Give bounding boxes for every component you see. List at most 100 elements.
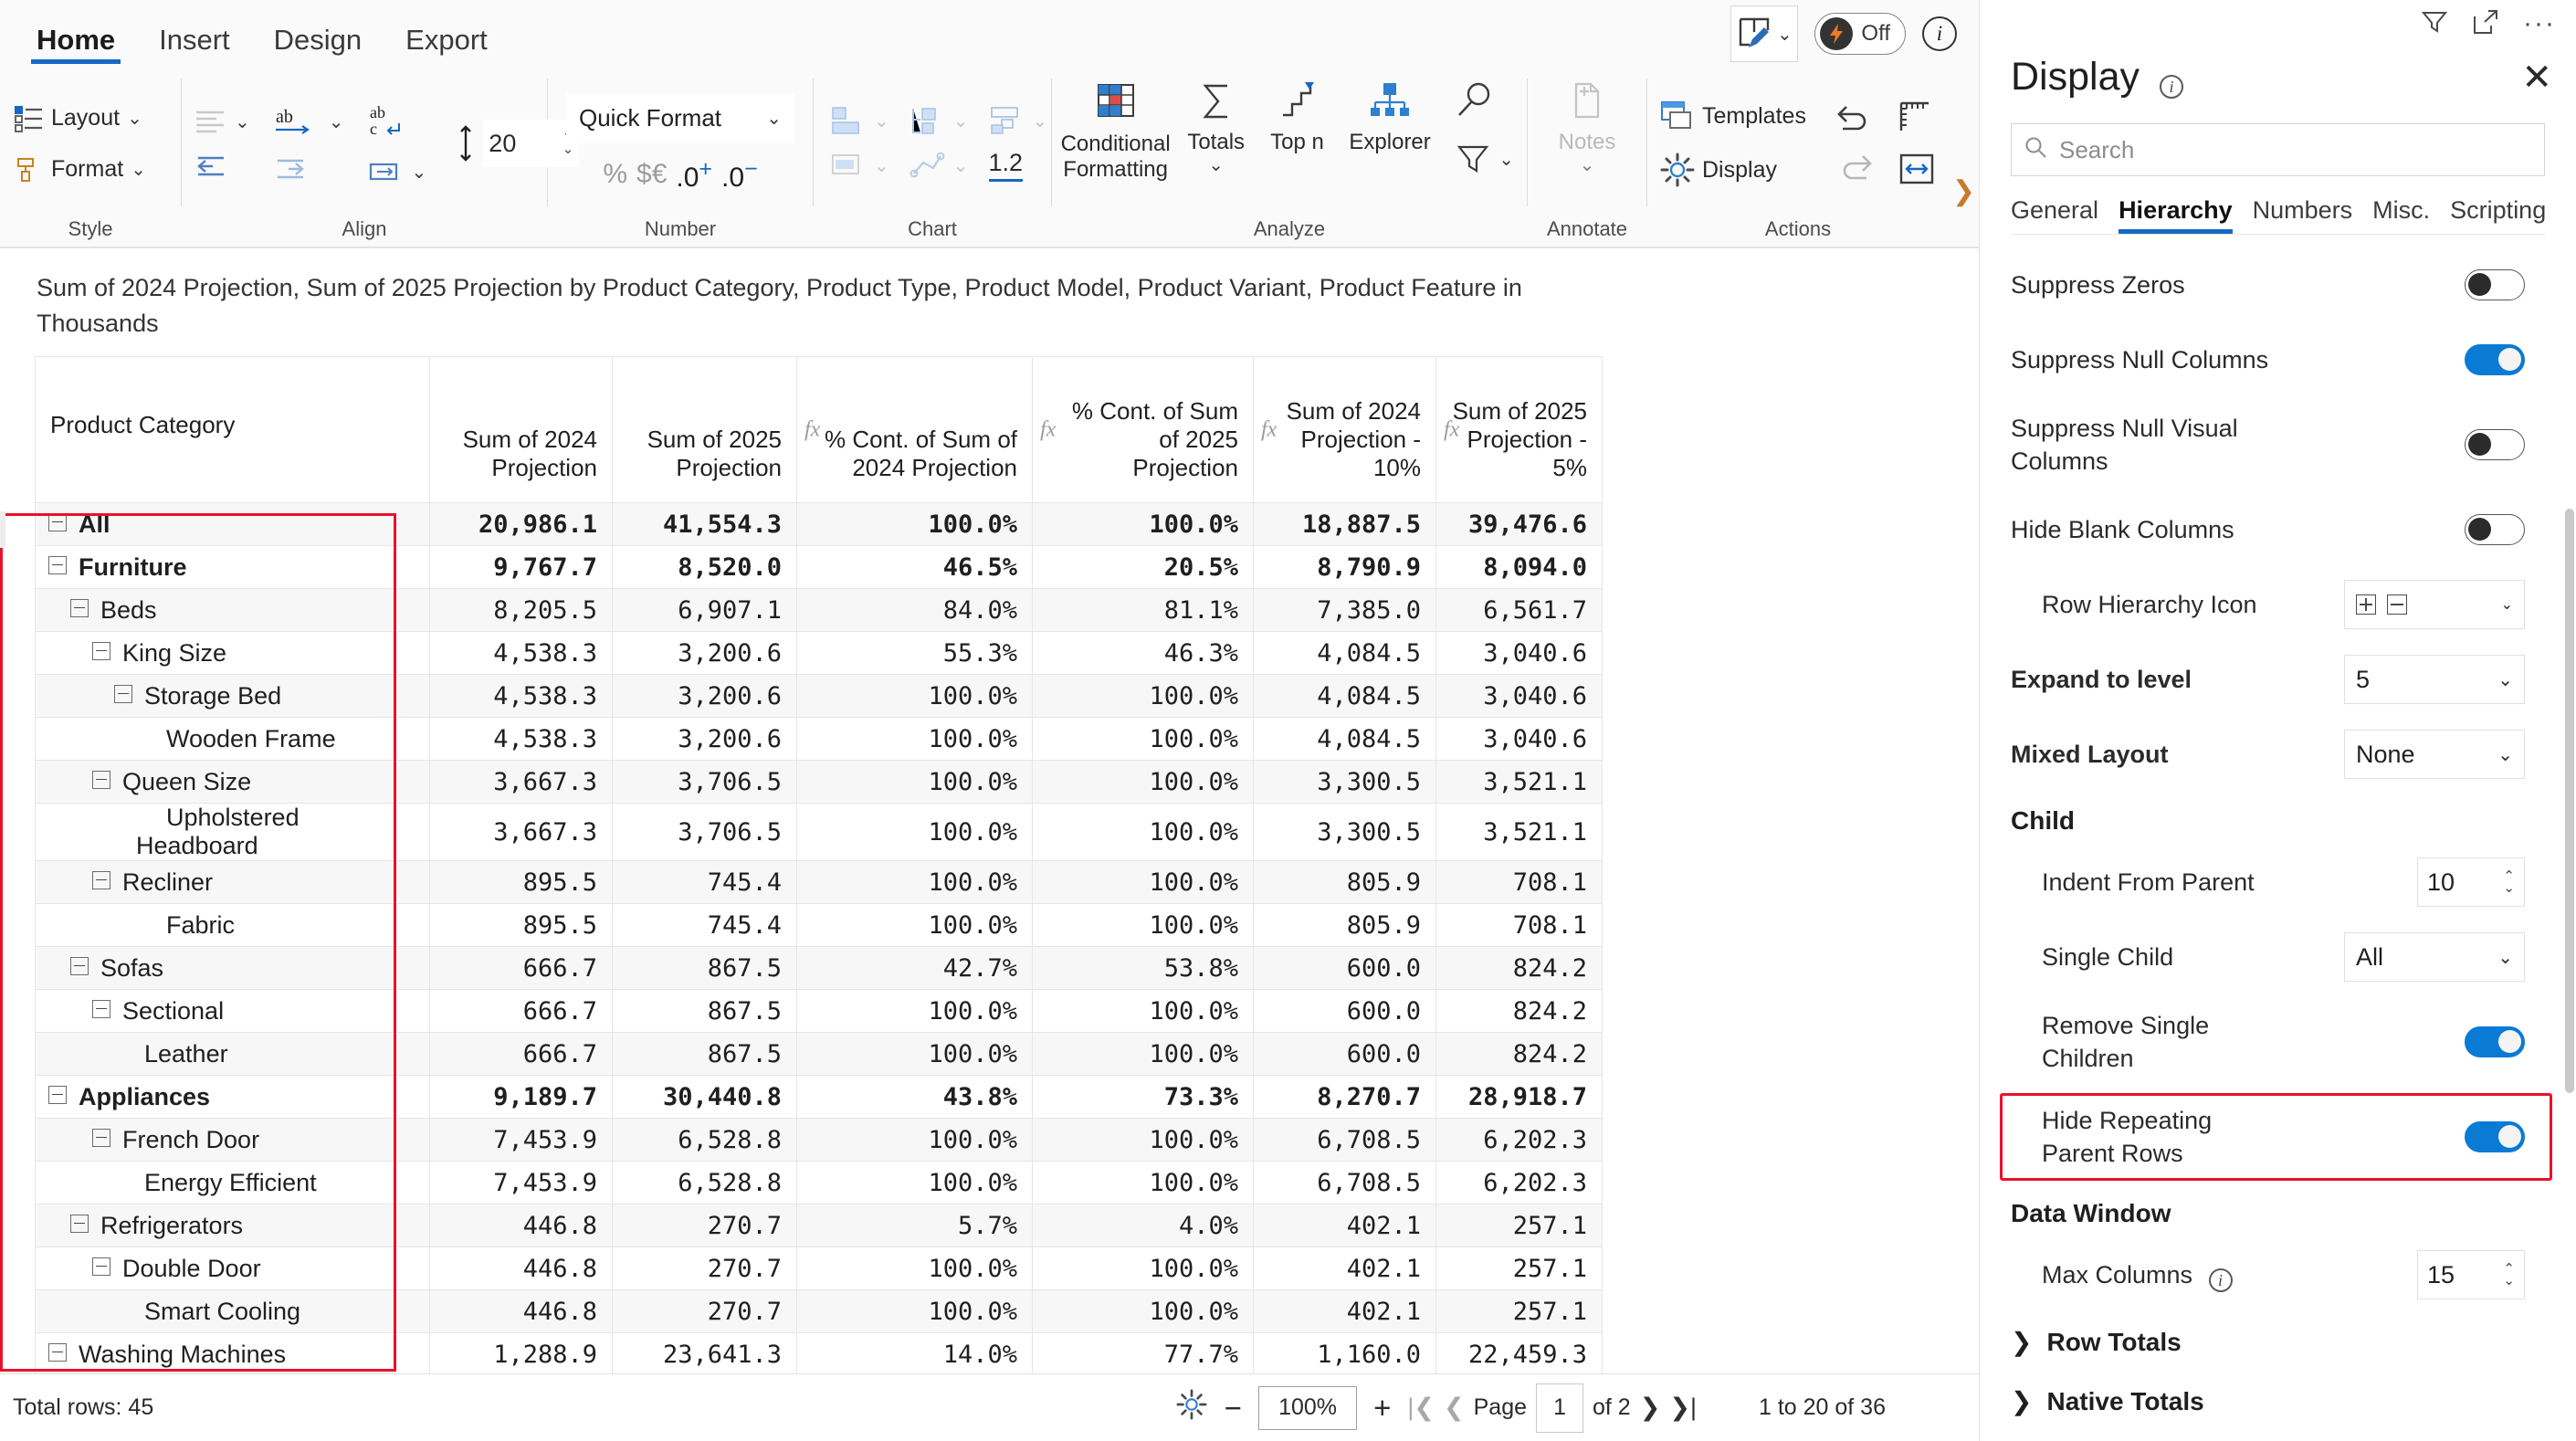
zoom-in-button[interactable]: + — [1373, 1393, 1391, 1423]
templates-button[interactable]: Templates — [1653, 94, 1814, 138]
table-cell[interactable]: 8,790.9 — [1253, 545, 1436, 590]
panel-settings-scroll[interactable]: Suppress Zeros Suppress Null Columns Sup… — [1980, 235, 2576, 1441]
table-cell[interactable]: 805.9 — [1253, 860, 1436, 905]
table-cell[interactable]: 4.0% — [1032, 1204, 1254, 1248]
table-row-label[interactable]: Queen Size — [35, 760, 430, 805]
col-header-pct-2025[interactable]: fx % Cont. of Sum of 2025 Projection — [1032, 356, 1254, 504]
table-cell[interactable]: 23,641.3 — [612, 1332, 797, 1377]
ruler-button[interactable] — [1896, 99, 1938, 135]
table-cell[interactable]: 402.1 — [1253, 1289, 1436, 1334]
undo-button[interactable] — [1834, 101, 1876, 136]
table-cell[interactable]: 3,521.1 — [1435, 803, 1603, 862]
table-cell[interactable]: 100.0% — [1032, 502, 1254, 547]
table-row-label[interactable]: Washing Machines — [35, 1332, 430, 1377]
table-cell[interactable]: 666.7 — [429, 946, 613, 991]
table-row-label[interactable]: Smart Cooling — [35, 1289, 430, 1334]
bar-chart-button[interactable]: ⌄ — [828, 103, 891, 138]
table-row-label[interactable]: French Door — [35, 1118, 430, 1162]
stepper-arrows-icon[interactable]: ⌃⌄ — [2503, 1262, 2515, 1288]
table-row[interactable]: Beds 8,205.5 6,907.1 84.0% 81.1% 7,385.0 6,561… — [35, 588, 1603, 633]
table-row[interactable]: French Door 7,453.9 6,528.8 100.0% 100.0% 6,7… — [35, 1118, 1603, 1162]
table-cell[interactable]: 100.0% — [1032, 1032, 1254, 1077]
merge-cells-button[interactable]: ⌄ — [361, 154, 435, 189]
table-cell[interactable]: 867.5 — [612, 1032, 797, 1077]
table-cell[interactable]: 3,040.6 — [1435, 717, 1603, 762]
currency-format-button[interactable]: $€ — [636, 159, 667, 190]
table-cell[interactable]: 1,160.0 — [1253, 1332, 1436, 1377]
tab-general[interactable]: General — [2011, 196, 2098, 234]
indent-from-parent-stepper[interactable]: 10 ⌃ ⌄ — [2417, 857, 2525, 907]
suppress-zeros-toggle[interactable] — [2465, 269, 2525, 300]
table-cell[interactable]: 402.1 — [1253, 1204, 1436, 1248]
fit-width-button[interactable] — [1896, 150, 1938, 188]
area-chart-button[interactable]: ⌄ — [828, 150, 891, 181]
table-cell[interactable]: 1,288.9 — [429, 1332, 613, 1377]
table-row-label[interactable]: King Size — [35, 631, 430, 676]
chevron-down-icon[interactable]: ⌄ — [1208, 155, 1224, 176]
ribbon-expand-chevron-icon[interactable]: ❯ — [1952, 175, 1975, 207]
table-row[interactable]: Queen Size 3,667.3 3,706.5 100.0% 100.0% 3,30… — [35, 760, 1603, 805]
col-header-product-category[interactable]: Product Category — [35, 356, 430, 504]
table-cell[interactable]: 100.0% — [796, 717, 1033, 762]
table-cell[interactable]: 446.8 — [429, 1289, 613, 1334]
wrap-text-button[interactable]: ab c — [361, 98, 435, 145]
table-cell[interactable]: 6,528.8 — [612, 1161, 797, 1205]
table-row[interactable]: Upholstered Headboard 3,667.3 3,706.5 100.0… — [35, 803, 1603, 862]
table-cell[interactable]: 100.0% — [796, 1118, 1033, 1162]
stepper-arrows-icon[interactable]: ⌃⌄ — [2503, 869, 2515, 895]
search-input[interactable]: Search — [2011, 123, 2545, 176]
table-cell[interactable]: 30,440.8 — [612, 1075, 797, 1120]
expand-collapse-icon[interactable] — [48, 1342, 67, 1362]
table-cell[interactable]: 9,767.7 — [429, 545, 613, 590]
table-cell[interactable]: 270.7 — [612, 1289, 797, 1334]
expand-collapse-icon[interactable] — [92, 770, 110, 789]
table-cell[interactable]: 100.0% — [796, 903, 1033, 948]
filter-button[interactable]: ⌄ — [1447, 135, 1521, 183]
section-row-totals[interactable]: ❯ Row Totals — [1980, 1312, 2576, 1372]
table-cell[interactable]: 3,040.6 — [1435, 631, 1603, 676]
col-header-sum-2024[interactable]: Sum of 2024 Projection — [429, 356, 613, 504]
single-child-select[interactable]: All ⌄ — [2344, 932, 2525, 982]
table-cell[interactable]: 8,520.0 — [612, 545, 797, 590]
table-cell[interactable]: 9,189.7 — [429, 1075, 613, 1120]
table-row-label[interactable]: Wooden Frame — [35, 717, 430, 762]
table-cell[interactable]: 39,476.6 — [1435, 502, 1603, 547]
setting-single-child[interactable]: Single Child All ⌄ — [1980, 920, 2576, 994]
table-cell[interactable]: 6,202.3 — [1435, 1161, 1603, 1205]
setting-expand-to-level[interactable]: Expand to level 5 ⌄ — [1980, 642, 2576, 717]
close-icon[interactable]: ✕ — [2521, 59, 2552, 96]
table-cell[interactable]: 6,202.3 — [1435, 1118, 1603, 1162]
table-cell[interactable]: 100.0% — [1032, 989, 1254, 1034]
table-cell[interactable]: 824.2 — [1435, 946, 1603, 991]
setting-hide-repeating-parent-rows[interactable]: Hide Repeating Parent Rows — [1980, 1089, 2576, 1184]
redo-button[interactable] — [1834, 151, 1876, 185]
col-header-sum-2024-minus-10[interactable]: fx Sum of 2024 Projection - 10% — [1253, 356, 1436, 504]
table-cell[interactable]: 824.2 — [1435, 989, 1603, 1034]
table-cell[interactable]: 3,040.6 — [1435, 674, 1603, 719]
table-cell[interactable]: 77.7% — [1032, 1332, 1254, 1377]
line-chart-button[interactable]: ⌄ — [908, 150, 971, 181]
table-cell[interactable]: 20,986.1 — [429, 502, 613, 547]
table-cell[interactable]: 84.0% — [796, 588, 1033, 633]
table-row[interactable]: All 20,986.1 41,554.3 100.0% 100.0% 18,887.5 3… — [35, 502, 1603, 547]
table-row[interactable]: Smart Cooling 446.8 270.7 100.0% 100.0% 402.1… — [35, 1289, 1603, 1334]
explorer-button[interactable]: Explorer — [1340, 75, 1440, 155]
table-cell[interactable]: 3,200.6 — [612, 674, 797, 719]
prev-page-button[interactable]: ❮ — [1444, 1394, 1465, 1422]
table-row-label[interactable]: Appliances — [35, 1075, 430, 1120]
left-edge-handle[interactable] — [0, 511, 5, 548]
table-cell[interactable]: 6,708.5 — [1253, 1161, 1436, 1205]
table-cell[interactable]: 41,554.3 — [612, 502, 797, 547]
tab-scripting[interactable]: Scripting — [2450, 196, 2546, 234]
tab-hierarchy[interactable]: Hierarchy — [2119, 196, 2233, 234]
tab-design[interactable]: Design — [268, 24, 368, 66]
expand-collapse-icon[interactable] — [92, 870, 110, 889]
info-icon[interactable]: i — [2208, 1267, 2233, 1292]
table-cell[interactable]: 600.0 — [1253, 989, 1436, 1034]
table-row[interactable]: Washing Machines 1,288.9 23,641.3 14.0% 77.7… — [35, 1332, 1603, 1377]
table-row-label[interactable]: Sectional — [35, 989, 430, 1034]
table-cell[interactable]: 100.0% — [1032, 1118, 1254, 1162]
table-row[interactable]: Double Door 446.8 270.7 100.0% 100.0% 402.1 25… — [35, 1246, 1603, 1291]
tab-export[interactable]: Export — [400, 24, 493, 66]
table-cell[interactable]: 6,528.8 — [612, 1118, 797, 1162]
